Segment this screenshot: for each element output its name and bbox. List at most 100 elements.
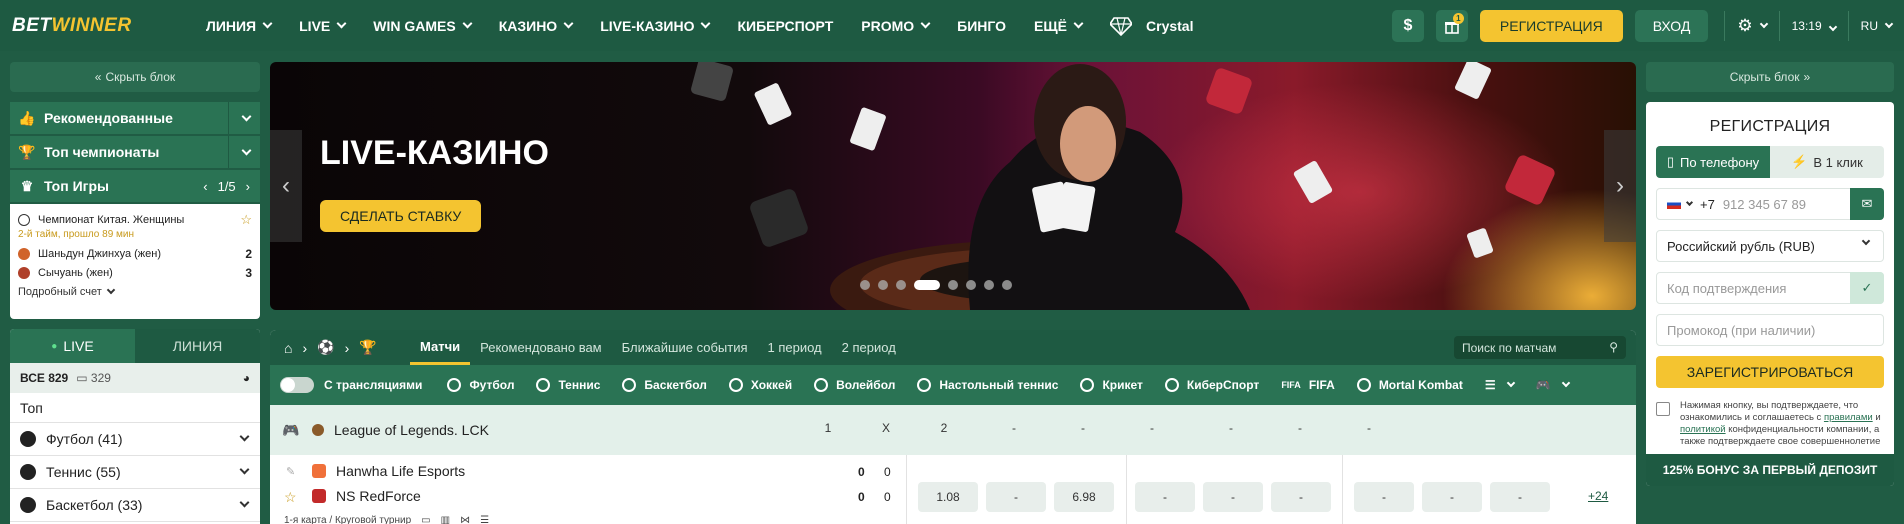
place-bet-button[interactable]: СДЕЛАТЬ СТАВКУ [320,200,482,232]
star-icon[interactable]: ☆ [240,212,252,228]
sidebar-item-football[interactable]: Футбол (41) [10,423,260,456]
hide-left-block-button[interactable]: «Скрыть блок [10,62,260,92]
top-game-card[interactable]: Чемпионат Китая. Женщины ☆ 2-й тайм, прош… [10,204,260,319]
more-markets-link[interactable]: +24 [1588,489,1608,503]
recommended-section[interactable]: 👍 Рекомендованные [10,102,260,134]
home-icon[interactable]: ⌂ [284,340,292,356]
match-search-input[interactable]: Поиск по матчам ⚲ [1454,336,1626,359]
filter-hockey[interactable]: Хоккей [718,378,803,392]
tab-period-2[interactable]: 2 период [832,330,906,365]
expand-button[interactable] [228,136,260,168]
rules-link[interactable]: правилами [1824,412,1873,423]
nav-crystal[interactable]: Crystal [1096,16,1207,36]
globe-icon[interactable]: ◕ [243,371,250,385]
send-sms-button[interactable]: ✉ [1850,188,1884,220]
login-button[interactable]: ВХОД [1634,9,1709,42]
odd-button[interactable]: - [1135,482,1195,512]
chart-icon[interactable]: ▥ [441,515,450,524]
filter-mortal-kombat[interactable]: Mortal Kombat [1346,378,1474,392]
nav-esports[interactable]: КИБЕРСПОРТ [723,18,847,34]
bonus-banner[interactable]: 125% БОНУС ЗА ПЕРВЫЙ ДЕПОЗИТ [1646,454,1894,486]
currency-select[interactable]: Российский рубль (RUB) [1656,230,1884,262]
gift-button[interactable]: 1 [1435,9,1468,42]
league-row[interactable]: 🎮 League of Legends. LCK 1 X 2 - - - - -… [270,405,1636,455]
tab-matches[interactable]: Матчи [410,330,471,365]
next-icon[interactable]: › [246,179,250,194]
filter-table-tennis[interactable]: Настольный теннис [906,378,1069,392]
match-row[interactable]: ✎ ☆ Hanwha Life Esports NS RedForce 0 0 … [270,455,1636,524]
star-icon[interactable]: ☆ [284,489,297,506]
register-button[interactable]: РЕГИСТРАЦИЯ [1479,9,1623,42]
phone-field[interactable]: +7 912 345 67 89 ✉ [1656,188,1884,220]
nav-casino[interactable]: КАЗИНО [485,18,587,34]
slide-dot[interactable] [860,280,870,290]
agree-checkbox[interactable] [1656,402,1670,416]
sidebar-item-basketball[interactable]: Баскетбол (33) [10,489,260,522]
confirmation-code-field[interactable]: Код подтверждения ✓ [1656,272,1884,304]
clock[interactable]: 13:19 [1780,19,1848,33]
nav-live-casino[interactable]: LIVE-КАЗИНО [586,18,723,34]
chevron-down-icon[interactable] [1685,198,1694,207]
stats-icon[interactable]: ⋈ [460,515,470,524]
slide-dot[interactable] [896,280,906,290]
tab-upcoming[interactable]: Ближайшие события [612,330,758,365]
slide-dot[interactable] [966,280,976,290]
tab-line[interactable]: ЛИНИЯ [135,329,260,363]
nav-win-games[interactable]: WIN GAMES [359,18,484,34]
slide-dot-active[interactable] [914,280,940,290]
filter-basketball[interactable]: Баскетбол [611,378,717,392]
soccer-ball-icon[interactable]: ⚽ [317,339,334,356]
logo[interactable]: BETWINNER [12,15,192,37]
esports-menu-button[interactable]: 🎮 [1525,378,1580,392]
expand-button[interactable] [228,102,260,134]
filter-fifa[interactable]: FIFA FIFA [1270,378,1346,392]
settings-button[interactable]: ⚙ [1725,16,1778,36]
odd-button[interactable]: - [1490,482,1550,512]
submit-registration-button[interactable]: ЗАРЕГИСТРИРОВАТЬСЯ [1656,356,1884,388]
nav-live[interactable]: LIVE [285,18,359,34]
language-select[interactable]: RU [1849,19,1904,33]
odd-button[interactable]: - [1422,482,1482,512]
tab-recommended[interactable]: Рекомендовано вам [470,330,612,365]
filter-cricket[interactable]: Крикет [1069,378,1153,392]
monitor-icon[interactable]: ▭ [421,515,430,524]
hide-right-block-button[interactable]: Скрыть блок» [1646,62,1894,92]
top-games-section[interactable]: ♛ Топ Игры ‹ 1/5 › [10,170,260,202]
promo-banner[interactable]: LIVE-КАЗИНО СДЕЛАТЬ СТАВКУ ‹ › [270,62,1636,310]
nav-bingo[interactable]: БИНГО [943,18,1020,34]
tab-live[interactable]: ● LIVE [10,329,135,363]
nav-line[interactable]: ЛИНИЯ [192,18,285,34]
confirm-button[interactable]: ✓ [1850,272,1884,304]
slide-dot[interactable] [984,280,994,290]
sidebar-item-tennis[interactable]: Теннис (55) [10,456,260,489]
nav-more[interactable]: ЕЩЁ [1020,18,1096,34]
trophy-icon[interactable]: 🏆 [359,339,376,356]
deposit-button[interactable]: $ [1391,9,1424,42]
pin-icon[interactable]: ✎ [286,465,295,478]
tab-period-1[interactable]: 1 период [758,330,832,365]
prev-icon[interactable]: ‹ [203,179,207,194]
odd-button[interactable]: 1.08 [918,482,978,512]
odd-button[interactable]: - [986,482,1046,512]
banner-prev-button[interactable]: ‹ [270,130,302,242]
filter-volleyball[interactable]: Волейбол [803,378,906,392]
filter-esports[interactable]: КиберСпорт [1154,378,1270,392]
odd-button[interactable]: - [1203,482,1263,512]
list-icon[interactable]: ☰ [480,515,489,524]
top-row[interactable]: Топ [10,393,260,423]
odd-button[interactable]: - [1271,482,1331,512]
all-events-row[interactable]: ВСЕ 829 ▭ 329 ◕ [10,363,260,393]
odd-button[interactable]: 6.98 [1054,482,1114,512]
odd-button[interactable]: - [1354,482,1414,512]
slide-dot[interactable] [1002,280,1012,290]
tab-by-phone[interactable]: ▯ По телефону [1656,146,1770,178]
more-sports-button[interactable]: ☰ [1474,378,1525,392]
filter-tennis[interactable]: Теннис [525,378,611,392]
promo-code-field[interactable]: Промокод (при наличии) [1656,314,1884,346]
nav-promo[interactable]: PROMO [847,18,943,34]
policy-link[interactable]: политикой [1680,424,1726,435]
tab-one-click[interactable]: ⚡ В 1 клик [1770,146,1884,178]
filter-football[interactable]: Футбол [436,378,525,392]
detailed-score-link[interactable]: Подробный счет [18,282,252,301]
slide-dot[interactable] [948,280,958,290]
